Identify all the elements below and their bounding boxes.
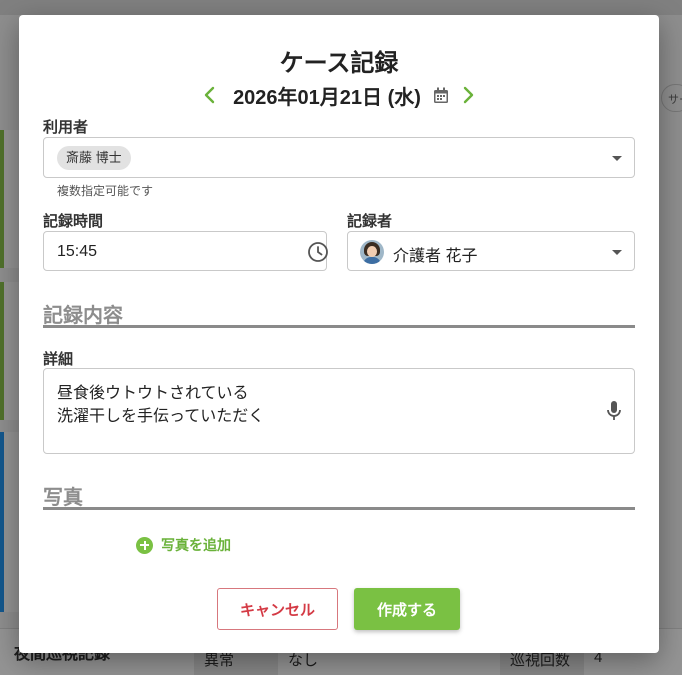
add-photo-button[interactable]: 写真を追加 xyxy=(136,535,231,555)
user-label: 利用者 xyxy=(43,119,89,136)
current-date: 2026年01月21日 (水) xyxy=(233,86,421,109)
case-record-dialog: ケース記録 2026年01月21日 (水) 利用者 斎藤 博士 複数指定可能です… xyxy=(19,15,659,653)
recorder-label: 記録者 xyxy=(347,213,393,230)
date-navigator: 2026年01月21日 (水) xyxy=(19,82,659,109)
cancel-button[interactable]: キャンセル xyxy=(217,588,338,630)
plus-circle-icon xyxy=(136,536,153,554)
record-time-input[interactable]: 15:45 xyxy=(43,231,329,271)
record-time-value: 15:45 xyxy=(57,243,98,260)
detail-label: 詳細 xyxy=(43,351,74,368)
chevron-down-icon xyxy=(612,156,622,161)
user-chip[interactable]: 斎藤 博士 xyxy=(57,146,131,170)
user-select[interactable]: 斎藤 博士 xyxy=(43,137,635,178)
content-section-title: 記録内容 xyxy=(43,305,123,327)
microphone-icon[interactable] xyxy=(604,399,624,423)
chevron-right-icon[interactable] xyxy=(457,84,479,106)
section-divider xyxy=(43,325,635,328)
chevron-down-icon xyxy=(612,250,622,255)
photo-section-title: 写真 xyxy=(43,487,83,509)
chevron-left-icon[interactable] xyxy=(199,84,221,106)
detail-line: 昼食後ウトウトされている xyxy=(57,385,249,402)
detail-line: 洗濯干しを手伝っていただく xyxy=(57,408,265,425)
detail-textarea[interactable]: 昼食後ウトウトされている 洗濯干しを手伝っていただく xyxy=(43,368,635,454)
clock-icon[interactable] xyxy=(307,241,329,268)
avatar xyxy=(360,240,384,264)
add-photo-label: 写真を追加 xyxy=(161,537,231,553)
recorder-value: 介護者 花子 xyxy=(393,248,478,265)
create-button[interactable]: 作成する xyxy=(354,588,460,630)
calendar-icon[interactable] xyxy=(431,85,451,105)
record-time-label: 記録時間 xyxy=(43,213,104,230)
section-divider xyxy=(43,507,635,510)
recorder-select[interactable]: 介護者 花子 xyxy=(347,231,635,271)
user-hint: 複数指定可能です xyxy=(57,184,154,198)
dialog-title: ケース記録 xyxy=(279,50,399,77)
